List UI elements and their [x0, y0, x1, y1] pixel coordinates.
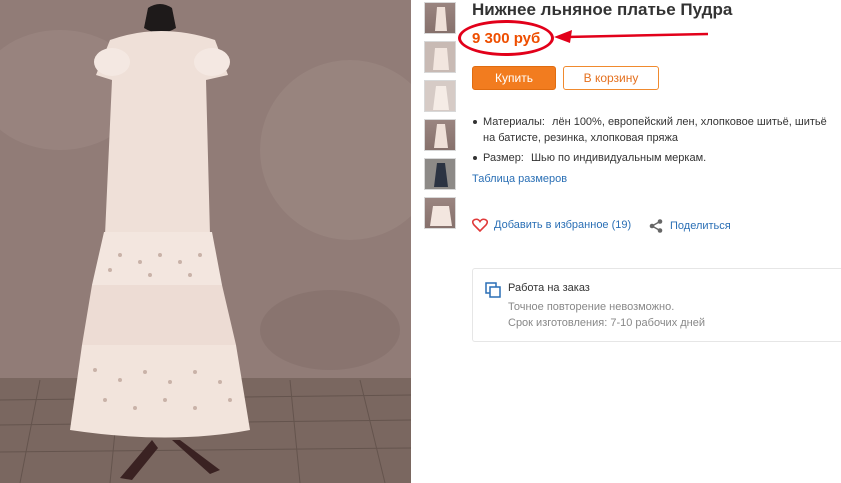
thumbnail[interactable]	[424, 41, 456, 73]
price-highlight-circle	[458, 20, 554, 56]
heart-icon	[472, 218, 488, 232]
main-product-photo[interactable]	[0, 0, 411, 483]
annotation-arrow-icon	[554, 30, 709, 43]
share-action[interactable]: Поделиться	[648, 218, 731, 234]
share-label[interactable]: Поделиться	[670, 220, 731, 232]
product-details-list: Материалы: лён 100%, европейский лен, хл…	[472, 114, 832, 170]
thumbnail[interactable]	[424, 158, 456, 190]
card-title: Работа на заказ	[508, 282, 590, 294]
thumbnail[interactable]	[424, 119, 456, 151]
thumbnail[interactable]	[424, 197, 456, 229]
made-to-order-card: Работа на заказ Точное повторение невозм…	[472, 268, 841, 342]
thumbnail[interactable]	[424, 2, 456, 34]
detail-label: Материалы:	[483, 116, 545, 128]
card-note: Точное повторение невозможно.	[508, 301, 675, 313]
share-icon	[649, 219, 663, 233]
copy-icon	[485, 282, 501, 298]
thumbnail-strip	[424, 2, 456, 236]
detail-value: Шью по индивидуальным меркам.	[530, 152, 707, 164]
detail-materials: Материалы: лён 100%, европейский лен, хл…	[472, 114, 832, 146]
thumbnail[interactable]	[424, 80, 456, 112]
size-chart-link[interactable]: Таблица размеров	[472, 173, 567, 185]
add-to-cart-button[interactable]: В корзину	[563, 66, 659, 90]
product-title: Нижнее льняное платье Пудра	[472, 0, 733, 19]
favorites-label[interactable]: Добавить в избранное (19)	[494, 219, 631, 231]
detail-label: Размер:	[483, 152, 524, 164]
detail-size: Размер: Шью по индивидуальным меркам.	[472, 150, 832, 166]
add-to-favorites[interactable]: Добавить в избранное (19)	[472, 218, 631, 232]
card-production-time: Срок изготовления: 7-10 рабочих дней	[508, 317, 706, 329]
buy-button[interactable]: Купить	[472, 66, 556, 90]
